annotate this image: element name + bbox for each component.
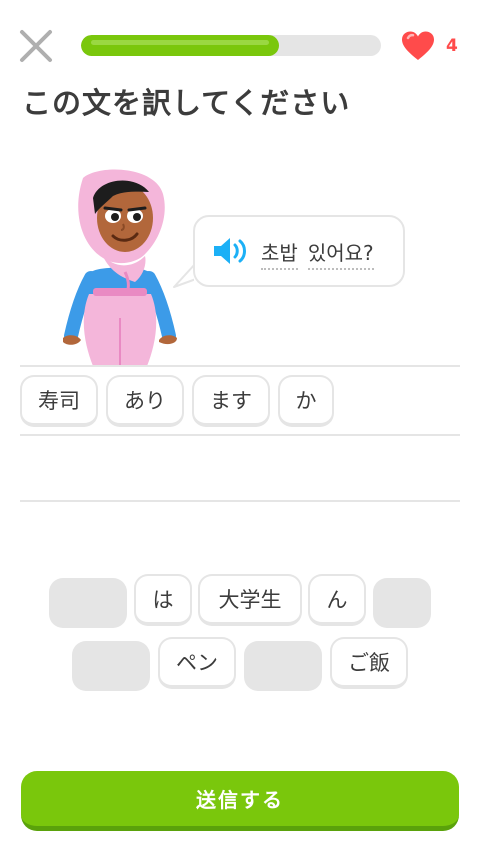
progress-bar [81, 35, 381, 56]
speech-bubble: 초밥 있어요? [193, 215, 405, 287]
word-bank-empty-slot [49, 578, 127, 628]
word-bank-tile[interactable]: ペン [158, 637, 236, 689]
word-bank-empty-slot [244, 641, 322, 691]
word-bank-tile[interactable]: 大学生 [198, 574, 302, 626]
word-bank-tile[interactable]: は [134, 574, 192, 626]
character-illustration [63, 169, 177, 366]
answer-line [20, 365, 460, 367]
close-icon [20, 30, 52, 62]
answer-tile[interactable]: あり [106, 375, 184, 427]
speaker-icon[interactable] [212, 236, 248, 266]
close-button[interactable] [18, 28, 54, 64]
answer-line [20, 500, 460, 502]
hearts-counter[interactable]: 4 [400, 30, 458, 62]
progress-bar-fill [81, 35, 279, 56]
sentence-word[interactable]: 있어요? [307, 237, 374, 270]
hearts-count: 4 [446, 36, 458, 56]
word-bank-empty-slot [72, 641, 150, 691]
answer-tile[interactable]: ます [192, 375, 270, 427]
answer-tile[interactable]: 寿司 [20, 375, 98, 427]
sentence-word[interactable]: 초밥 [261, 237, 298, 270]
heart-icon [402, 31, 434, 60]
word-bank-tile[interactable]: ん [308, 574, 366, 626]
sentence-to-translate: 초밥 있어요? [261, 237, 374, 270]
page-title: この文を訳してください [22, 86, 351, 120]
word-bank-empty-slot [373, 578, 431, 628]
submit-button[interactable]: 送信する [21, 771, 459, 831]
answer-tile[interactable]: か [278, 375, 334, 427]
word-bank-tile[interactable]: ご飯 [330, 637, 408, 689]
answer-line [20, 434, 460, 436]
